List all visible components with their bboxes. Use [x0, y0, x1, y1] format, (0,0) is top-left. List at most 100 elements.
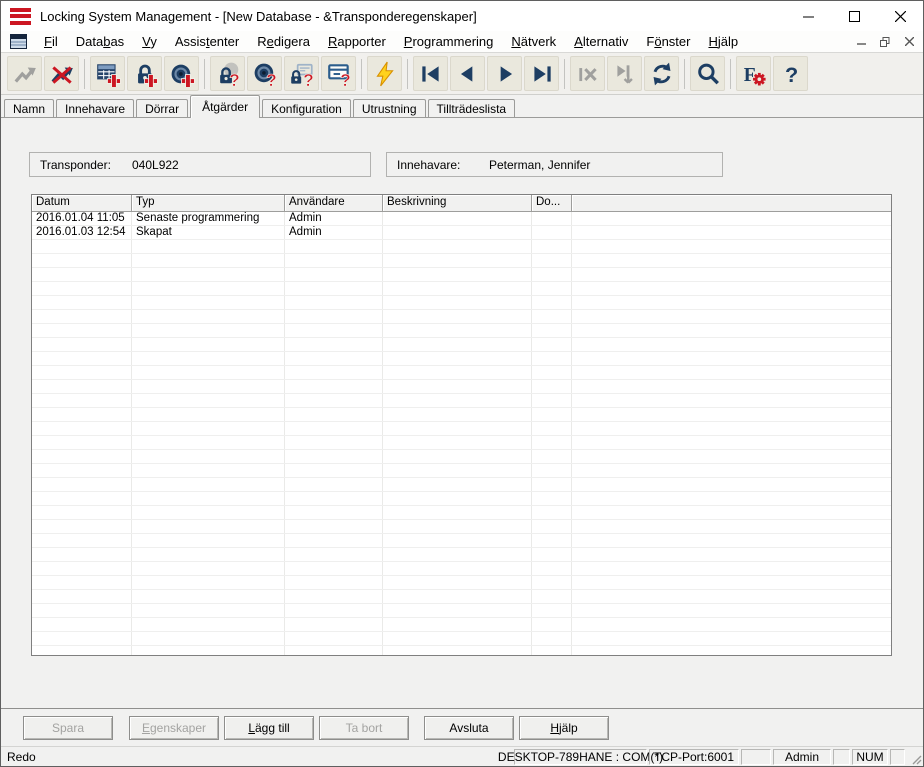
table-row[interactable]: 2016.01.04 11:05Senaste programmeringAdm… [32, 212, 891, 226]
menu-hj-lp[interactable]: Hjälp [699, 32, 747, 51]
read-lock-button[interactable]: ? [210, 56, 245, 91]
table-cell [132, 436, 285, 449]
table-row-empty [32, 436, 891, 450]
menu-alternativ[interactable]: Alternativ [565, 32, 637, 51]
table-cell [532, 226, 572, 239]
table-cell [285, 254, 383, 267]
column-header-beskrivning[interactable]: Beskrivning [383, 195, 532, 211]
table-cell [285, 338, 383, 351]
holder-value: Peterman, Jennifer [489, 158, 590, 172]
first-record-button[interactable] [413, 56, 448, 91]
tab-tilltr-deslista[interactable]: Tillträdeslista [428, 99, 516, 118]
read-transponder-button[interactable]: ? [247, 56, 282, 91]
column-header-datum[interactable]: Datum [32, 195, 132, 211]
menu-assistenter[interactable]: Assistenter [166, 32, 248, 51]
menu-vy[interactable]: Vy [133, 32, 166, 51]
tab-innehavare[interactable]: Innehavare [56, 99, 134, 118]
column-header-typ[interactable]: Typ [132, 195, 285, 211]
tab-konfiguration[interactable]: Konfiguration [262, 99, 351, 118]
table-cell: Senaste programmering [132, 212, 285, 225]
egenskaper-button: Egenskaper [129, 716, 219, 740]
menu-databas[interactable]: Databas [67, 32, 133, 51]
program-lightning-button[interactable] [367, 56, 402, 91]
table-row-empty [32, 520, 891, 534]
next-record-button[interactable] [487, 56, 522, 91]
last-record-button[interactable] [524, 56, 559, 91]
table-cell [32, 408, 132, 421]
menu-rapporter[interactable]: Rapporter [319, 32, 395, 51]
table-cell [32, 324, 132, 337]
menu-n-tverk[interactable]: Nätverk [502, 32, 565, 51]
read-window-button[interactable]: ? [321, 56, 356, 91]
filter-settings-button[interactable]: F [736, 56, 771, 91]
help-button[interactable]: ? [773, 56, 808, 91]
avsluta-button[interactable]: Avsluta [424, 716, 514, 740]
resize-grip[interactable] [907, 749, 922, 765]
add-lock-button[interactable] [127, 56, 162, 91]
previous-record-button[interactable] [450, 56, 485, 91]
table-cell [532, 212, 572, 225]
tab-utrustning[interactable]: Utrustning [353, 99, 426, 118]
maximize-button[interactable] [831, 1, 877, 31]
svg-text:?: ? [266, 69, 277, 86]
svg-text:F: F [743, 65, 755, 86]
read-lock-icon: ? [215, 61, 241, 87]
menu-programmering[interactable]: Programmering [395, 32, 503, 51]
add-transponder-button[interactable] [164, 56, 199, 91]
table-cell [532, 576, 572, 589]
table-cell [383, 394, 532, 407]
hj-lp-button[interactable]: Hjälp [519, 716, 609, 740]
table-cell [32, 422, 132, 435]
column-header-anv-ndare[interactable]: Användare [285, 195, 383, 211]
table-cell [132, 576, 285, 589]
minimize-button[interactable] [785, 1, 831, 31]
table-cell [532, 534, 572, 547]
table-cell [572, 268, 891, 281]
column-header-blank[interactable] [572, 195, 891, 211]
table-cell [532, 240, 572, 253]
table-row-empty [32, 352, 891, 366]
read-lock-data-button[interactable]: ? [284, 56, 319, 91]
search-button[interactable] [690, 56, 725, 91]
mdi-close-icon[interactable] [901, 35, 917, 49]
close-button[interactable] [877, 1, 923, 31]
table-row[interactable]: 2016.01.03 12:54SkapatAdmin [32, 226, 891, 240]
transponder-groupbox: Transponder: 040L922 [29, 152, 371, 177]
help-icon: ? [778, 61, 804, 87]
menu-f-nster[interactable]: Fönster [637, 32, 699, 51]
mdi-restore-icon[interactable] [877, 35, 893, 49]
tab-d-rrar[interactable]: Dörrar [136, 99, 188, 118]
table-row-empty [32, 338, 891, 352]
menu-fil[interactable]: Fil [35, 32, 67, 51]
table-row-empty [32, 590, 891, 604]
add-lock-icon [132, 61, 158, 87]
table-row-empty [32, 604, 891, 618]
table-cell [383, 408, 532, 421]
refresh-button[interactable] [644, 56, 679, 91]
table-row-empty [32, 548, 891, 562]
table-cell [32, 632, 132, 645]
table-cell [32, 548, 132, 561]
column-header-do-[interactable]: Do... [532, 195, 572, 211]
table-row-empty [32, 450, 891, 464]
table-row-empty [32, 478, 891, 492]
table-cell [285, 408, 383, 421]
l-gg-till-button[interactable]: Lägg till [224, 716, 314, 740]
table-cell [383, 324, 532, 337]
table-cell [32, 282, 132, 295]
table-cell [532, 590, 572, 603]
table-cell [572, 226, 891, 239]
table-cell [285, 576, 383, 589]
jump-arrow-cancel-button[interactable] [44, 56, 79, 91]
app-window: Locking System Management - [New Databas… [0, 0, 924, 767]
mdi-minimize-icon[interactable] [853, 35, 869, 49]
add-locking-plan-button[interactable] [90, 56, 125, 91]
table-cell [32, 576, 132, 589]
cancel-navigation-icon [575, 61, 601, 87]
toolbar-separator [361, 59, 362, 89]
refresh-icon [649, 61, 675, 87]
menu-redigera[interactable]: Redigera [248, 32, 319, 51]
tab--tg-rder[interactable]: Åtgärder [190, 95, 260, 118]
tab-namn[interactable]: Namn [4, 99, 54, 118]
table-cell [32, 646, 132, 655]
